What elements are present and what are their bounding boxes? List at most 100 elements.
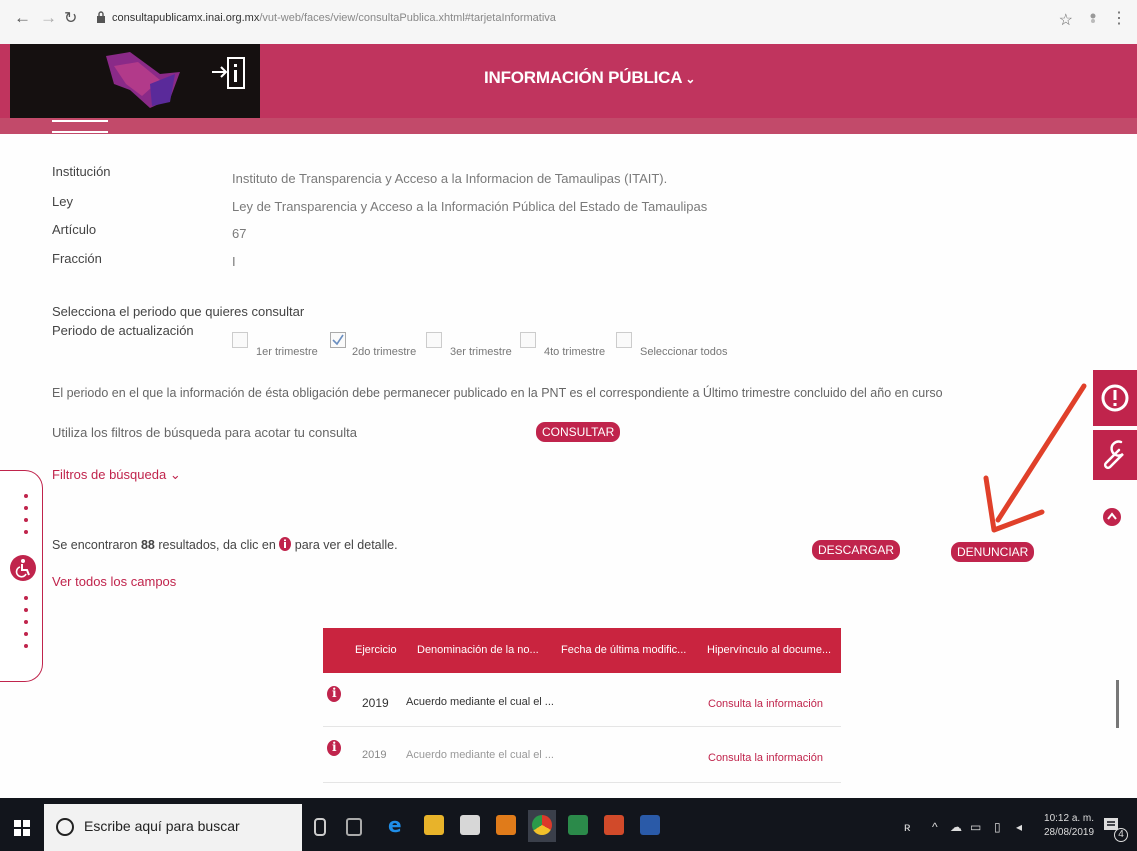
powerpoint-icon[interactable] xyxy=(604,815,624,835)
dot xyxy=(24,632,28,636)
checkbox-3er-trimestre[interactable] xyxy=(426,332,442,348)
checkbox-2do-trimestre[interactable] xyxy=(330,332,346,348)
cell-ejercicio: 2019 xyxy=(362,696,389,710)
clock-date: 28/08/2019 xyxy=(1044,827,1095,838)
checkbox-label: 3er trimestre xyxy=(450,346,512,358)
network-icon[interactable]: ▭ xyxy=(970,820,981,834)
header-bottom-band xyxy=(0,118,1137,134)
outlook-icon[interactable] xyxy=(496,815,516,835)
th-denominacion[interactable]: Denominación de la no... xyxy=(417,644,539,656)
ley-label: Ley xyxy=(52,194,73,209)
row-divider xyxy=(323,782,841,783)
excel-icon[interactable] xyxy=(568,815,588,835)
fraccion-label: Fracción xyxy=(52,251,102,266)
reload-icon[interactable]: ↻ xyxy=(64,8,77,28)
filtros-toggle[interactable]: Filtros de búsqueda ⌄ xyxy=(52,467,181,483)
browser-menu-icon[interactable]: ⋮ xyxy=(1111,8,1127,28)
task-view-icon[interactable] xyxy=(346,818,362,836)
scroll-to-top-icon[interactable] xyxy=(1103,508,1121,526)
periodo-label: Periodo de actualización xyxy=(52,323,194,338)
volume-icon[interactable]: ◂ xyxy=(1016,820,1022,834)
lock-icon xyxy=(97,11,105,23)
nav-informacion-publica[interactable]: INFORMACIÓN PÚBLICA ⌄ xyxy=(484,68,695,88)
row-info-icon[interactable] xyxy=(327,686,341,702)
login-icon[interactable] xyxy=(209,54,249,94)
system-clock[interactable]: 10:12 a. m. 28/08/2019 xyxy=(1044,812,1094,840)
cell-denominacion: Acuerdo mediante el cual el ... xyxy=(406,696,554,708)
tray-chevron-icon[interactable]: ^ xyxy=(932,820,938,834)
ley-value: Ley de Transparencia y Acceso a la Infor… xyxy=(232,199,708,214)
denunciar-button[interactable]: DENUNCIAR xyxy=(951,542,1035,562)
chrome-icon[interactable] xyxy=(532,815,552,835)
info-inline-icon xyxy=(279,537,292,551)
checkbox-seleccionar-todos[interactable] xyxy=(616,332,632,348)
clock-time: 10:12 a. m. xyxy=(1044,813,1095,824)
store-icon[interactable] xyxy=(460,815,480,835)
ver-todos-link[interactable]: Ver todos los campos xyxy=(52,574,176,589)
checkbox-4to-trimestre[interactable] xyxy=(520,332,536,348)
tools-side-button[interactable] xyxy=(1093,430,1137,480)
address-bar[interactable]: consultapublicamx.inai.org.mx/vut-web/fa… xyxy=(112,12,556,24)
dot xyxy=(24,620,28,624)
cell-denominacion: Acuerdo mediante el cual el ... xyxy=(406,749,554,761)
checkbox-1er-trimestre[interactable] xyxy=(232,332,248,348)
edge-icon[interactable]: e xyxy=(386,813,406,837)
results-middle: resultados, da clic en xyxy=(158,538,276,552)
checkbox-label: 1er trimestre xyxy=(256,346,318,358)
url-path: /vut-web/faces/view/consultaPublica.xhtm… xyxy=(259,12,556,24)
bookmark-star-icon[interactable]: ☆ xyxy=(1059,10,1073,30)
forward-arrow-icon[interactable]: → xyxy=(40,8,57,28)
results-prefix: Se encontraron xyxy=(52,538,138,552)
consulta-link[interactable]: Consulta la información xyxy=(708,698,823,710)
chevron-down-icon: ⌄ xyxy=(169,467,181,482)
taskbar-search-placeholder: Escribe aquí para buscar xyxy=(84,818,240,834)
scrollbar-thumb[interactable] xyxy=(1116,680,1119,728)
dot xyxy=(24,506,28,510)
cell-ejercicio: 2019 xyxy=(362,749,387,761)
word-icon[interactable] xyxy=(640,815,660,835)
dot xyxy=(24,644,28,648)
wheelchair-icon[interactable] xyxy=(10,555,36,581)
checkbox-label: Seleccionar todos xyxy=(640,346,728,358)
th-hipervinculo[interactable]: Hipervínculo al docume... xyxy=(707,644,831,656)
th-fecha[interactable]: Fecha de última modific... xyxy=(561,644,686,656)
consultar-button[interactable]: CONSULTAR xyxy=(536,422,621,442)
filtros-label: Filtros de búsqueda xyxy=(52,467,167,482)
svg-text:e: e xyxy=(388,815,402,835)
alert-icon xyxy=(1101,384,1129,412)
row-divider xyxy=(323,726,841,727)
url-host: consultapublicamx.inai.org.mx xyxy=(112,12,260,24)
th-ejercicio[interactable]: Ejercicio xyxy=(355,644,397,656)
back-arrow-icon[interactable]: ← xyxy=(14,8,31,28)
checkbox-label: 4to trimestre xyxy=(544,346,606,358)
logo-equals-mark xyxy=(52,120,108,133)
consulta-link[interactable]: Consulta la información xyxy=(708,752,823,764)
descargar-button[interactable]: DESCARGAR xyxy=(812,540,901,560)
battery-icon[interactable]: ▯ xyxy=(994,820,1001,834)
periodo-prompt: Selecciona el periodo que quieres consul… xyxy=(52,304,305,319)
dot xyxy=(24,518,28,522)
extension-icon[interactable] xyxy=(1087,12,1099,24)
results-suffix: para ver el detalle. xyxy=(294,538,398,552)
institucion-label: Institución xyxy=(52,164,111,179)
cloud-icon[interactable]: ☁ xyxy=(950,820,962,834)
people-icon[interactable]: ʀ xyxy=(904,820,911,834)
institucion-value: Instituto de Transparencia y Acceso a la… xyxy=(232,171,668,186)
results-summary: Se encontraron 88 resultados, da clic en… xyxy=(52,537,398,552)
dot xyxy=(24,530,28,534)
microphone-icon[interactable] xyxy=(314,818,326,836)
dot xyxy=(24,596,28,600)
dot xyxy=(24,608,28,612)
chevron-down-icon: ⌄ xyxy=(685,72,696,86)
page-title: INFORMACIÓN PÚBLICA xyxy=(484,68,683,87)
alert-side-button[interactable] xyxy=(1093,370,1137,426)
windows-start-icon[interactable] xyxy=(14,820,30,836)
periodo-note: El periodo en el que la información de é… xyxy=(52,386,943,400)
checkmark-icon xyxy=(332,334,344,346)
file-explorer-icon[interactable] xyxy=(424,815,444,835)
articulo-label: Artículo xyxy=(52,222,97,237)
wrench-icon xyxy=(1103,440,1124,470)
fraccion-value: I xyxy=(232,254,236,269)
row-info-icon[interactable] xyxy=(327,740,341,756)
results-count: 88 xyxy=(140,538,155,552)
